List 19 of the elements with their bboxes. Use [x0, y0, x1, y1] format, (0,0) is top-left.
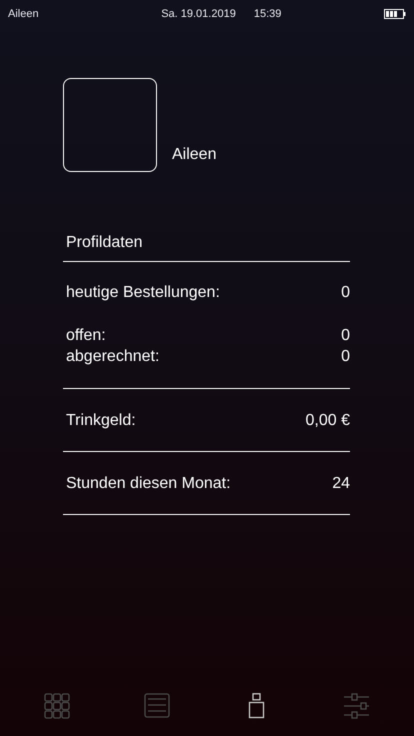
section-title: Profildaten [66, 234, 142, 252]
stat-value: 0 [341, 327, 350, 345]
list-icon [144, 693, 170, 719]
stat-label: heutige Bestellungen: [66, 284, 220, 302]
user-name: Aileen [8, 8, 39, 20]
stat-value: 0 [341, 284, 350, 302]
grid-icon [44, 693, 70, 719]
stat-value: 24 [332, 475, 350, 493]
stat-label: offen: [66, 327, 106, 345]
sliders-icon [344, 693, 370, 719]
stat-label: Trinkgeld: [66, 412, 136, 430]
stat-value: 0 [341, 348, 350, 366]
stat-label: abgerechnet: [66, 348, 160, 366]
profile-name: Aileen [172, 146, 216, 164]
battery-icon [384, 9, 406, 19]
time: 15:39 [254, 8, 282, 20]
stat-value: 0,00 € [306, 412, 350, 430]
stat-label: Stunden diesen Monat: [66, 475, 231, 493]
date: Sa. 19.01.2019 [161, 8, 236, 20]
